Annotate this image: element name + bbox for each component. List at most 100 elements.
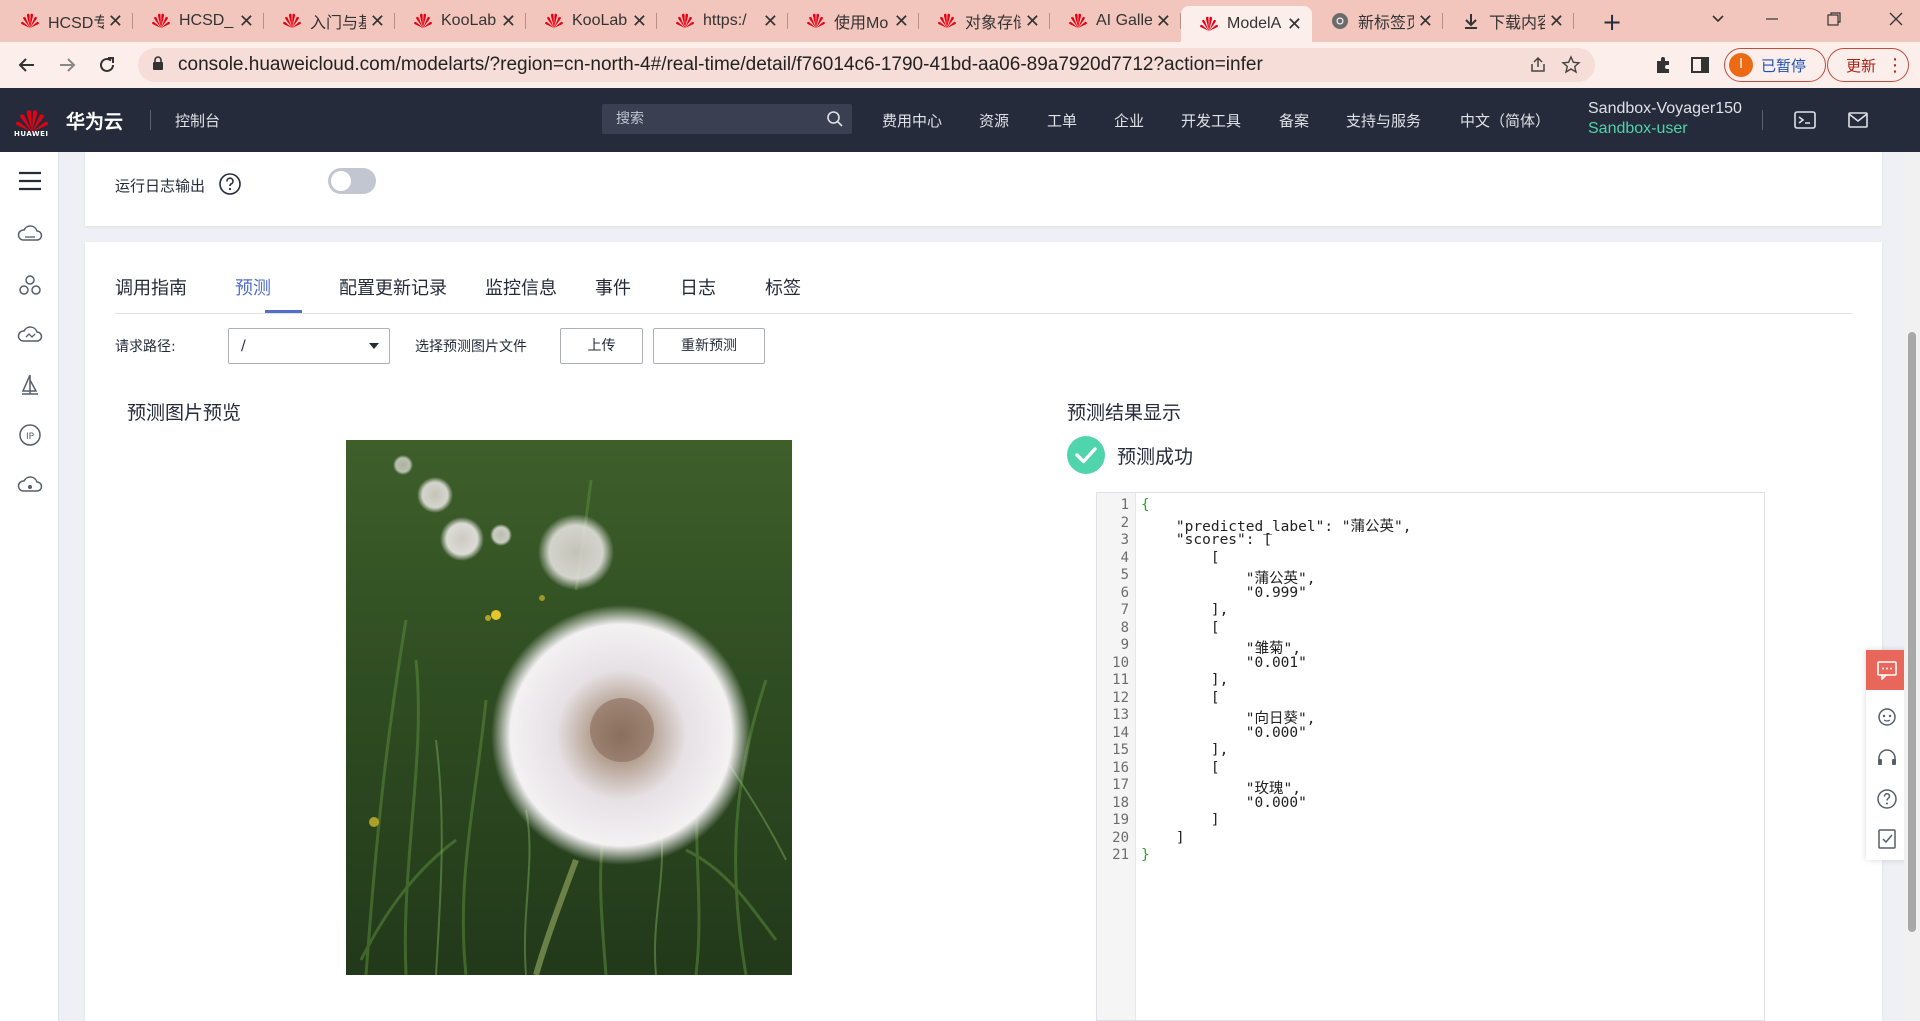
tab-title: 入门与基	[310, 15, 366, 32]
brand-name[interactable]: 华为云	[66, 107, 123, 134]
terminal-icon[interactable]	[1793, 108, 1817, 132]
bookmark-star-icon[interactable]	[1561, 55, 1581, 79]
browser-tab[interactable]: HCSD_ ✕	[133, 6, 264, 36]
more-menu-icon[interactable]: ⋮	[1886, 55, 1904, 76]
menu-icon[interactable]	[17, 168, 43, 194]
close-tab-icon[interactable]: ✕	[501, 11, 516, 32]
browser-tab-strip: HCSD专✕HCSD_✕入门与基✕KooLab✕KooLab✕https:/✕使…	[0, 0, 1920, 42]
tab-predict[interactable]: 预测	[235, 274, 271, 300]
repredict-button[interactable]: 重新预测	[653, 328, 765, 364]
headset-icon[interactable]	[1875, 747, 1899, 771]
lock-icon[interactable]	[152, 55, 164, 75]
restore-icon[interactable]	[1814, 4, 1854, 34]
nav-resources[interactable]: 资源	[979, 110, 1009, 131]
cloud-upload-icon[interactable]	[17, 472, 43, 498]
close-tab-icon[interactable]: ✕	[108, 11, 123, 32]
close-tab-icon[interactable]: ✕	[1287, 14, 1302, 35]
feedback-icon[interactable]	[1875, 827, 1899, 851]
cloud-icon[interactable]	[17, 322, 43, 348]
tab-config-history[interactable]: 配置更新记录	[339, 274, 447, 300]
tab-events[interactable]: 事件	[595, 274, 631, 300]
tab-title: 对象存储	[965, 15, 1021, 32]
nav-language[interactable]: 中文（简体）	[1460, 110, 1550, 131]
tab-search-icon[interactable]	[1698, 4, 1738, 34]
nav-support[interactable]: 支持与服务	[1346, 110, 1421, 131]
close-tab-icon[interactable]: ✕	[370, 11, 385, 32]
browser-tab[interactable]: 新标签页✕	[1312, 6, 1443, 36]
close-tab-icon[interactable]: ✕	[1549, 11, 1564, 32]
browser-tab[interactable]: HCSD专 ✕	[2, 6, 133, 36]
nav-dev-tools[interactable]: 开发工具	[1181, 110, 1241, 131]
header-search[interactable]	[602, 104, 852, 134]
update-button[interactable]: 更新 ⋮	[1827, 48, 1909, 82]
browser-tab[interactable]: 入门与基✕	[264, 6, 395, 36]
line-number: 8	[1120, 619, 1129, 636]
robot-icon[interactable]	[1875, 705, 1899, 729]
browser-tab[interactable]: 对象存储✕	[919, 6, 1050, 36]
tab-title: KooLab	[441, 12, 497, 29]
side-panel-icon[interactable]	[1685, 50, 1715, 80]
browser-tab[interactable]: 使用Mo ✕	[788, 6, 919, 36]
mail-icon[interactable]	[1846, 108, 1870, 132]
scrollbar-thumb[interactable]	[1908, 332, 1916, 932]
help-circle-icon[interactable]	[1875, 787, 1899, 811]
code-line: {	[1141, 497, 1150, 513]
log-output-toggle[interactable]	[328, 168, 376, 194]
left-sidebar: IP	[0, 152, 59, 1021]
console-link[interactable]: 控制台	[175, 110, 220, 131]
nav-billing[interactable]: 费用中心	[882, 110, 942, 131]
close-tab-icon[interactable]: ✕	[763, 11, 778, 32]
active-tab-indicator	[265, 310, 302, 313]
browser-tab[interactable]: KooLab ✕	[395, 6, 526, 36]
reload-icon[interactable]	[92, 50, 122, 80]
huawei-favicon-icon	[675, 11, 695, 31]
new-tab-button[interactable]: +	[1598, 9, 1626, 37]
line-number: 21	[1112, 847, 1129, 863]
browser-tab[interactable]: KooLab ✕	[526, 6, 657, 36]
browser-tab[interactable]: AI Galle ✕	[1050, 6, 1181, 36]
minimize-icon[interactable]	[1752, 4, 1792, 34]
request-path-select[interactable]: /	[228, 328, 390, 364]
tab-monitoring[interactable]: 监控信息	[485, 274, 557, 300]
close-tab-icon[interactable]: ✕	[1418, 11, 1433, 32]
extensions-icon[interactable]	[1648, 50, 1678, 80]
tab-tags[interactable]: 标签	[765, 274, 801, 300]
page-scrollbar[interactable]	[1904, 152, 1920, 1021]
chat-icon[interactable]	[1866, 650, 1908, 690]
huawei-favicon-icon	[806, 11, 826, 31]
tab-logs[interactable]: 日志	[680, 274, 716, 300]
close-tab-icon[interactable]: ✕	[239, 11, 254, 32]
toggle-knob	[331, 171, 351, 191]
share-icon[interactable]	[1529, 56, 1547, 78]
line-number: 20	[1112, 829, 1129, 846]
close-tab-icon[interactable]: ✕	[1025, 11, 1040, 32]
browser-tab[interactable]: ModelA ✕	[1181, 6, 1312, 42]
deploy-icon[interactable]	[17, 372, 43, 398]
header-divider	[1762, 110, 1763, 130]
close-window-icon[interactable]	[1876, 4, 1916, 34]
upload-button[interactable]: 上传	[560, 328, 643, 364]
result-code-viewer[interactable]: 1 2 3 4 5 6 7 8 9 10 11 12 13 14 15 16 17 18 19 20 21 { "pre…	[1096, 492, 1765, 1021]
back-icon[interactable]	[12, 50, 42, 80]
close-tab-icon[interactable]: ✕	[894, 11, 909, 32]
ip-icon[interactable]: IP	[17, 422, 43, 448]
address-bar[interactable]: console.huaweicloud.com/modelarts/?regio…	[138, 48, 1595, 82]
help-icon[interactable]	[218, 172, 242, 196]
profile-paused-button[interactable]: I 已暂停	[1724, 48, 1826, 82]
search-icon[interactable]	[826, 110, 844, 132]
close-tab-icon[interactable]: ✕	[1156, 11, 1171, 32]
nav-enterprise[interactable]: 企业	[1114, 110, 1144, 131]
cluster-icon[interactable]	[17, 272, 43, 298]
tab-usage-guide[interactable]: 调用指南	[115, 274, 187, 300]
browser-tab[interactable]: 下载内容✕	[1443, 6, 1574, 36]
close-tab-icon[interactable]: ✕	[632, 11, 647, 32]
huawei-favicon-icon	[413, 11, 433, 31]
search-input[interactable]	[614, 110, 814, 128]
forward-icon[interactable]	[52, 50, 82, 80]
cloud-storage-icon[interactable]	[17, 222, 43, 248]
nav-tickets[interactable]: 工单	[1047, 110, 1077, 131]
account-menu[interactable]: Sandbox-Voyager150 Sandbox-user	[1588, 100, 1742, 138]
browser-tab[interactable]: https:/ ✕	[657, 6, 788, 36]
nav-filing[interactable]: 备案	[1279, 110, 1309, 131]
choose-file-label: 选择预测图片文件	[415, 339, 527, 355]
